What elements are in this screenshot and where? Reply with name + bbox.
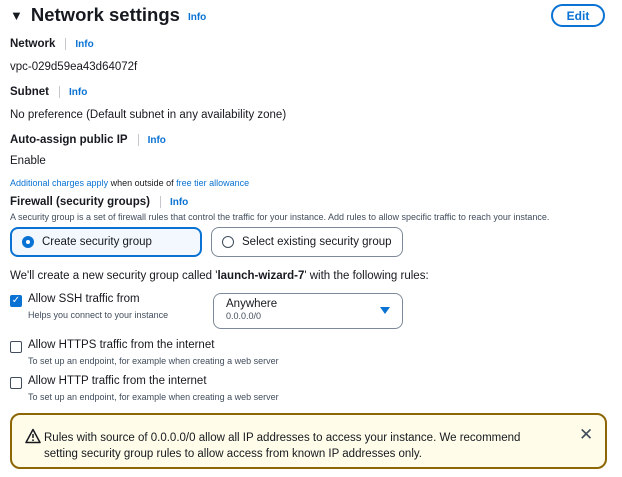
warning-text: Rules with source of 0.0.0.0/0 allow all…: [44, 432, 521, 460]
free-tier-link[interactable]: free tier allowance: [176, 178, 249, 188]
charges-note-text: when outside of: [108, 178, 177, 188]
divider: [137, 134, 139, 146]
header-info-link[interactable]: Info: [188, 12, 206, 23]
network-value: vpc-029d59ea43d64072f: [10, 61, 138, 73]
ssh-rule-title: Allow SSH traffic from: [28, 293, 140, 305]
subnet-label: Subnet: [10, 86, 49, 98]
https-rule-description: To set up an endpoint, for example when …: [28, 356, 279, 366]
edit-button[interactable]: Edit: [551, 4, 605, 27]
charges-note: Additional charges apply when outside of…: [10, 178, 249, 188]
new-group-message: We'll create a new security group called…: [10, 270, 429, 282]
public-ip-label: Auto-assign public IP: [10, 134, 128, 146]
firewall-label-row: Firewall (security groups) Info: [10, 196, 188, 208]
public-ip-info-link[interactable]: Info: [148, 135, 166, 146]
collapse-caret-icon[interactable]: ▼: [10, 8, 23, 23]
select-existing-security-group-label: Select existing security group: [242, 236, 392, 248]
create-security-group-label: Create security group: [42, 236, 152, 248]
network-info-link[interactable]: Info: [75, 39, 93, 50]
warning-alert: Rules with source of 0.0.0.0/0 allow all…: [10, 413, 607, 469]
subnet-value: No preference (Default subnet in any ava…: [10, 109, 287, 121]
page-title: Network settings: [30, 4, 180, 25]
ssh-source-cidr: 0.0.0.0/0: [226, 311, 262, 321]
subnet-info-link[interactable]: Info: [69, 87, 87, 98]
new-group-message-prefix: We'll create a new security group called…: [10, 270, 218, 282]
subnet-label-row: Subnet Info: [10, 86, 87, 98]
create-security-group-option[interactable]: Create security group: [10, 227, 202, 257]
new-group-message-suffix: ' with the following rules:: [304, 270, 429, 282]
http-rule-title: Allow HTTP traffic from the internet: [28, 375, 207, 387]
divider: [65, 38, 67, 50]
ssh-source-select[interactable]: Anywhere 0.0.0.0/0: [213, 293, 403, 329]
public-ip-value: Enable: [10, 155, 46, 167]
radio-unselected-icon[interactable]: [222, 236, 234, 248]
http-rule-description: To set up an endpoint, for example when …: [28, 392, 279, 402]
ssh-checkbox[interactable]: ✓: [10, 295, 22, 307]
divider: [159, 196, 161, 208]
close-icon[interactable]: ✕: [579, 425, 593, 445]
firewall-description: A security group is a set of firewall ru…: [10, 212, 550, 222]
dropdown-caret-icon: [380, 307, 390, 314]
divider: [58, 86, 60, 98]
additional-charges-link[interactable]: Additional charges apply: [10, 178, 108, 188]
radio-selected-icon[interactable]: [22, 236, 34, 248]
ssh-rule-description: Helps you connect to your instance: [28, 310, 169, 320]
security-group-name: launch-wizard-7: [217, 270, 305, 282]
section-header: ▼ Network settings Info: [10, 4, 206, 26]
http-checkbox[interactable]: [10, 377, 22, 389]
select-existing-security-group-option[interactable]: Select existing security group: [211, 227, 403, 257]
network-label-row: Network Info: [10, 38, 94, 50]
public-ip-label-row: Auto-assign public IP Info: [10, 134, 166, 146]
network-label: Network: [10, 38, 56, 50]
https-checkbox[interactable]: [10, 341, 22, 353]
firewall-label: Firewall (security groups): [10, 196, 150, 208]
warning-icon: [25, 428, 41, 444]
ssh-source-value: Anywhere: [226, 298, 278, 310]
firewall-info-link[interactable]: Info: [170, 197, 188, 208]
https-rule-title: Allow HTTPS traffic from the internet: [28, 339, 215, 351]
